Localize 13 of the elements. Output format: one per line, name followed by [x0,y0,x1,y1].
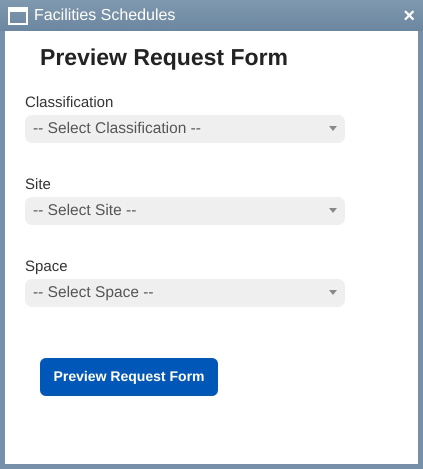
form-heading: Preview Request Form [40,43,289,72]
field-label: Space [25,258,69,276]
select-field[interactable]: -- Select Classification -- [25,114,345,142]
dropdown-caret-icon [329,126,337,131]
window-icon [8,6,28,24]
select-field[interactable]: -- Select Site -- [25,196,345,224]
dropdown-caret-icon [329,208,337,213]
field-label: Site [25,176,52,194]
dropdown-caret-icon [329,290,337,295]
preview-button[interactable]: Preview Request Form [40,358,218,396]
select-field[interactable]: -- Select Space -- [25,278,345,306]
window-title: Facilities Schedules [34,6,176,26]
field-label: Classification [25,94,114,112]
